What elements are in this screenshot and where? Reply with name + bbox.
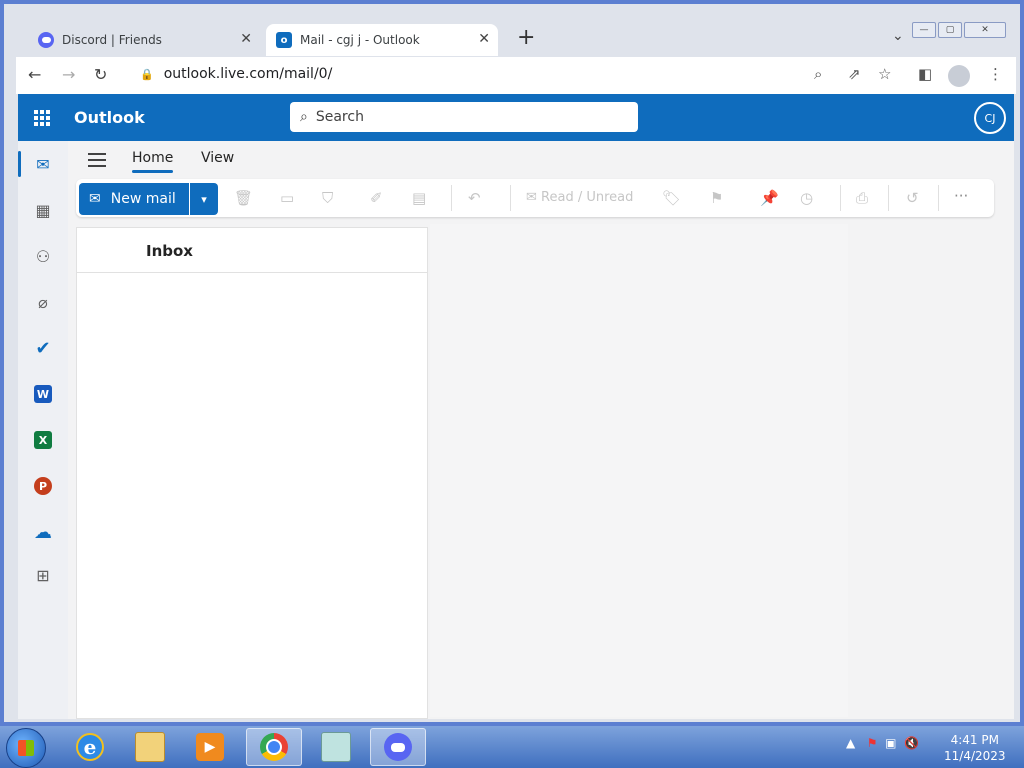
- discord-icon[interactable]: [370, 728, 426, 766]
- folder-title: Inbox: [146, 242, 193, 260]
- print-icon[interactable]: ⎙: [856, 189, 868, 207]
- minimize-button[interactable]: —: [912, 22, 936, 38]
- flag-icon[interactable]: ⚑: [710, 189, 723, 207]
- kebab-menu-icon[interactable]: ⋮: [988, 65, 1003, 83]
- new-tab-button[interactable]: +: [517, 25, 535, 50]
- app-launcher-icon[interactable]: [34, 110, 50, 126]
- clock-time: 4:41 PM: [950, 733, 999, 747]
- read-unread-button[interactable]: ✉ Read / Unread: [526, 190, 633, 205]
- outlook-brand[interactable]: Outlook: [74, 108, 145, 127]
- more-apps-icon[interactable]: ⊞: [30, 562, 56, 588]
- window-controls: — ▢ ✕: [912, 22, 1006, 38]
- action-center-icon[interactable]: ⚑: [867, 736, 878, 750]
- move-to-folder-icon[interactable]: ▤: [412, 189, 426, 207]
- divider: [938, 185, 939, 211]
- reading-pane: [430, 224, 848, 717]
- onedrive-icon[interactable]: ☁: [30, 519, 56, 545]
- divider: [451, 185, 452, 211]
- system-tray: ▲ ⚑ ▣ 🔇: [846, 736, 919, 750]
- divider: [510, 185, 511, 211]
- close-tab-icon[interactable]: ✕: [240, 31, 252, 47]
- mail-main-area: Home View ✉ New mail ▾ 🗑 ▭ ⛉ ✐ ▤ ↶ ✉ Rea…: [68, 141, 1014, 719]
- new-mail-label: New mail: [110, 191, 176, 207]
- delete-icon[interactable]: 🗑: [234, 189, 253, 207]
- active-indicator: [18, 151, 21, 177]
- divider: [840, 185, 841, 211]
- discord-icon: [38, 32, 54, 48]
- app-rail: ✉ ▦ ⚇ ⌀ ✔ W X P ☁ ⊞: [18, 141, 68, 719]
- media-player-icon[interactable]: ▶: [182, 728, 238, 766]
- ribbon-toolbar: ✉ New mail ▾ 🗑 ▭ ⛉ ✐ ▤ ↶ ✉ Read / Unread…: [76, 179, 994, 217]
- undo-icon[interactable]: ↺: [906, 189, 919, 207]
- clock-date: 11/4/2023: [944, 749, 1006, 763]
- account-avatar[interactable]: CJ: [974, 102, 1006, 134]
- pin-icon[interactable]: 📌: [760, 189, 779, 207]
- search-box[interactable]: ⌕: [290, 102, 638, 132]
- tab-home[interactable]: Home: [132, 150, 174, 173]
- read-unread-label: Read / Unread: [541, 190, 634, 205]
- archive-icon[interactable]: ▭: [280, 189, 294, 207]
- people-icon[interactable]: ⚇: [30, 243, 56, 269]
- windows-taskbar: e ▶ ▲ ⚑ ▣ 🔇 4:41 PM 11/4/2023: [0, 726, 1024, 768]
- volume-muted-icon[interactable]: 🔇: [904, 736, 919, 750]
- maximize-button[interactable]: ▢: [938, 22, 962, 38]
- search-input[interactable]: [313, 108, 618, 126]
- show-hidden-icons-icon[interactable]: ▲: [846, 736, 855, 750]
- tab-outlook[interactable]: o Mail - cgj j - Outlook ✕: [266, 24, 498, 56]
- divider: [888, 185, 889, 211]
- notepad-icon[interactable]: [308, 728, 364, 766]
- internet-explorer-icon[interactable]: e: [62, 728, 118, 766]
- reply-icon[interactable]: ↶: [468, 189, 481, 207]
- back-arrow-icon[interactable]: ←: [28, 65, 41, 84]
- side-panel-icon[interactable]: ◧: [918, 65, 932, 83]
- more-options-icon[interactable]: ···: [954, 187, 968, 205]
- search-icon: ⌕: [300, 109, 308, 125]
- address-text: outlook.live.com/mail/0/: [163, 66, 333, 82]
- zoom-search-icon[interactable]: ⌕: [814, 65, 822, 83]
- tab-title: Discord | Friends: [62, 33, 162, 47]
- new-mail-button[interactable]: ✉ New mail: [79, 183, 189, 215]
- sweep-icon[interactable]: ✐: [370, 189, 383, 207]
- word-icon[interactable]: W: [30, 381, 56, 407]
- divider: [77, 272, 427, 273]
- snooze-clock-icon[interactable]: ◷: [800, 189, 813, 207]
- outlook-icon: o: [276, 32, 292, 48]
- forward-arrow-icon[interactable]: →: [62, 65, 75, 84]
- new-mail-chevron-icon[interactable]: ▾: [190, 183, 218, 215]
- todo-icon[interactable]: ✔: [30, 335, 56, 361]
- reload-icon[interactable]: ↻: [94, 65, 107, 84]
- bookmark-star-icon[interactable]: ☆: [878, 65, 891, 83]
- tab-title: Mail - cgj j - Outlook: [300, 33, 420, 47]
- mail-icon[interactable]: ✉: [30, 151, 56, 177]
- browser-toolbar: ← → ↻ 🔒 outlook.live.com/mail/0/ ⌕ ⇗ ☆ ◧ …: [16, 57, 1016, 94]
- close-tab-icon[interactable]: ✕: [478, 31, 490, 47]
- browser-window: Discord | Friends ✕ o Mail - cgj j - Out…: [0, 0, 1024, 726]
- tab-search-chevron-icon[interactable]: ⌄: [892, 28, 904, 44]
- tab-discord[interactable]: Discord | Friends ✕: [28, 24, 260, 56]
- chrome-icon[interactable]: [246, 728, 302, 766]
- hamburger-menu-icon[interactable]: [88, 153, 106, 167]
- tag-icon[interactable]: 🏷: [662, 189, 681, 207]
- report-shield-icon[interactable]: ⛉: [322, 189, 333, 207]
- message-list: Inbox: [76, 227, 428, 719]
- share-icon[interactable]: ⇗: [848, 65, 861, 83]
- tab-strip: Discord | Friends ✕ o Mail - cgj j - Out…: [12, 16, 1016, 56]
- system-clock[interactable]: 4:41 PM 11/4/2023: [944, 732, 1006, 764]
- close-window-button[interactable]: ✕: [964, 22, 1006, 38]
- envelope-icon: ✉: [89, 191, 101, 207]
- new-mail-split-button: ✉ New mail ▾: [79, 183, 218, 215]
- start-button[interactable]: [6, 728, 46, 768]
- file-explorer-icon[interactable]: [122, 728, 178, 766]
- attachment-icon[interactable]: ⌀: [30, 289, 56, 315]
- profile-avatar-icon[interactable]: [948, 65, 970, 87]
- tab-view[interactable]: View: [201, 150, 234, 166]
- lock-icon: 🔒: [140, 68, 154, 81]
- outlook-header: Outlook ⌕ CJ: [18, 94, 1014, 141]
- address-bar[interactable]: 🔒 outlook.live.com/mail/0/: [140, 66, 332, 82]
- network-icon[interactable]: ▣: [885, 736, 896, 750]
- powerpoint-icon[interactable]: P: [30, 473, 56, 499]
- calendar-icon[interactable]: ▦: [30, 197, 56, 223]
- excel-icon[interactable]: X: [30, 427, 56, 453]
